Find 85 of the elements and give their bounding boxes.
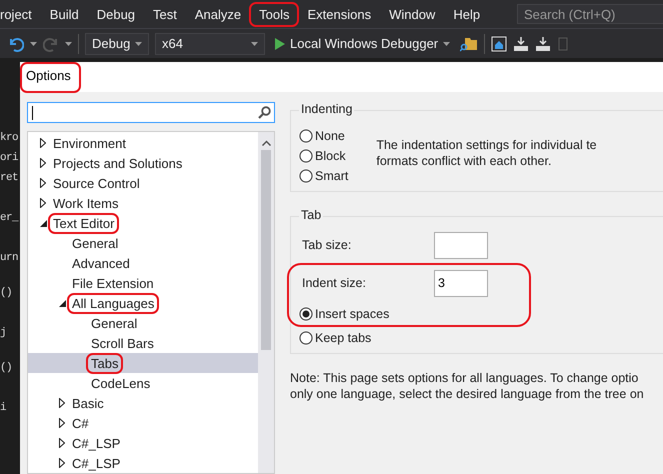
tree-item[interactable]: Source Control [28,173,258,193]
download-icon[interactable] [535,36,552,52]
collapsed-arrow-icon[interactable] [40,178,46,188]
caret-icon [65,42,72,46]
group-title: Tab [299,208,324,222]
collapsed-arrow-icon[interactable] [40,198,46,208]
description-text: The indentation settings for individual te [376,137,597,153]
group-title: Indenting [299,102,354,116]
menu-item[interactable]: roject [0,4,40,24]
tree-item[interactable]: File Extension [28,273,258,293]
undo-icon[interactable] [8,36,24,52]
radio-label: Keep tabs [315,331,372,345]
scroll-up-icon[interactable] [262,140,270,146]
caret-icon [251,42,258,46]
field-label: Indent size: [301,276,367,290]
caret-icon [30,42,37,46]
search-icon [258,106,271,119]
search-field[interactable]: Search (Ctrl+Q) [517,4,663,24]
tree-item[interactable]: Text Editor [28,213,258,233]
start-debugging-button[interactable]: Local Windows Debugger [271,32,454,54]
tree-item[interactable]: Tabs [28,353,258,373]
menu-item[interactable]: Extensions [299,4,380,24]
menu-item[interactable]: Test [145,4,185,24]
code-text: ori [0,151,20,166]
code-text: () [0,361,14,376]
radio-button[interactable] [299,331,313,345]
indent-size-field[interactable]: 3 [434,270,488,296]
code-text: er_ [0,211,20,226]
radio-button[interactable] [299,149,313,163]
code-text: kro [0,131,20,146]
tree-item[interactable]: General [28,233,258,253]
radio-label: None [315,129,345,143]
tree-item[interactable]: Environment [28,133,258,153]
dialog-title: Options [22,64,79,91]
menu-item[interactable]: Analyze [186,4,250,24]
options-search-field[interactable] [27,102,275,123]
tree-item[interactable]: Scroll Bars [28,333,258,353]
caret-icon [443,42,450,46]
scrollbar-thumb[interactable] [261,150,271,350]
note-text: Note: This page sets options for all languages. To change optio [290,370,640,386]
radio-button[interactable] [299,129,313,143]
menu-item[interactable]: Build [42,4,87,24]
home-window-icon[interactable] [491,36,508,52]
code-text: urn [0,251,20,266]
collapsed-arrow-icon[interactable] [40,158,46,168]
tree-item[interactable]: CodeLens [28,373,258,393]
menu-item[interactable]: Debug [88,4,144,24]
code-text: j [0,326,8,341]
description-text: formats conflict with each other. [376,153,552,169]
menu-item[interactable]: Window [381,4,444,24]
tree-item[interactable]: Basic [28,393,258,413]
folder-search-icon[interactable] [460,36,478,52]
radio-label: Smart [315,169,348,183]
tab-size-field[interactable] [434,232,488,258]
menu-item[interactable]: Help [445,4,488,24]
tree-item[interactable]: Advanced [28,253,258,273]
collapsed-arrow-icon[interactable] [40,138,46,148]
field-label: Tab size: [301,238,352,252]
radio-button[interactable] [299,169,313,183]
expanded-arrow-icon[interactable] [40,220,46,226]
play-icon [275,38,285,50]
code-text: i [0,401,8,416]
radio-button[interactable] [299,307,313,321]
configuration-dropdown[interactable]: Debug [85,32,149,54]
tree-item[interactable]: Projects and Solutions [28,153,258,173]
tree-item[interactable]: C# [28,413,258,433]
caret-icon [135,42,142,46]
radio-label: Block [315,149,346,163]
collapsed-arrow-icon[interactable] [59,398,65,408]
tree-item[interactable]: C#_LSP [28,453,258,473]
tree-item[interactable]: Work Items [28,193,258,213]
tree-item[interactable]: All Languages [28,293,258,313]
collapsed-arrow-icon[interactable] [59,458,65,468]
code-text: () [0,286,14,301]
note-text: only one language, select the desired language from the tree on [290,386,645,402]
expanded-arrow-icon[interactable] [58,300,66,306]
tree-item[interactable]: General [28,313,258,333]
download-icon[interactable] [513,36,530,52]
platform-dropdown[interactable]: x64 [155,32,265,54]
collapsed-arrow-icon[interactable] [59,438,65,448]
menu-item[interactable]: Tools [251,4,298,24]
tree-item[interactable]: C#_LSP [28,433,258,453]
radio-label: Insert spaces [315,307,390,321]
code-text: ret [0,171,20,186]
collapsed-arrow-icon[interactable] [59,418,65,428]
